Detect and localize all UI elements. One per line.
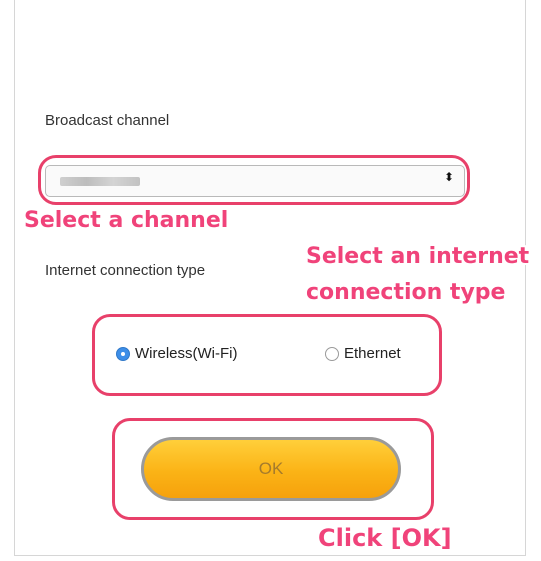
broadcast-channel-label: Broadcast channel bbox=[45, 112, 170, 129]
click-ok-annotation: Click [OK] bbox=[318, 524, 452, 552]
radio-unchecked-icon bbox=[325, 346, 339, 361]
select-connection-annotation-line2: connection type bbox=[306, 280, 506, 305]
select-connection-annotation-line1: Select an internet bbox=[306, 244, 530, 269]
select-channel-annotation: Select a channel bbox=[24, 208, 229, 233]
ok-button[interactable]: OK bbox=[141, 437, 401, 501]
channel-highlight bbox=[38, 155, 470, 205]
radio-wireless-label: Wireless(Wi-Fi) bbox=[135, 345, 238, 362]
radio-wireless[interactable]: Wireless(Wi-Fi) bbox=[116, 345, 237, 362]
radio-checked-icon bbox=[116, 346, 130, 361]
radio-ethernet[interactable]: Ethernet bbox=[325, 345, 401, 362]
connection-type-label: Internet connection type bbox=[45, 262, 206, 279]
radio-ethernet-label: Ethernet bbox=[344, 345, 401, 362]
